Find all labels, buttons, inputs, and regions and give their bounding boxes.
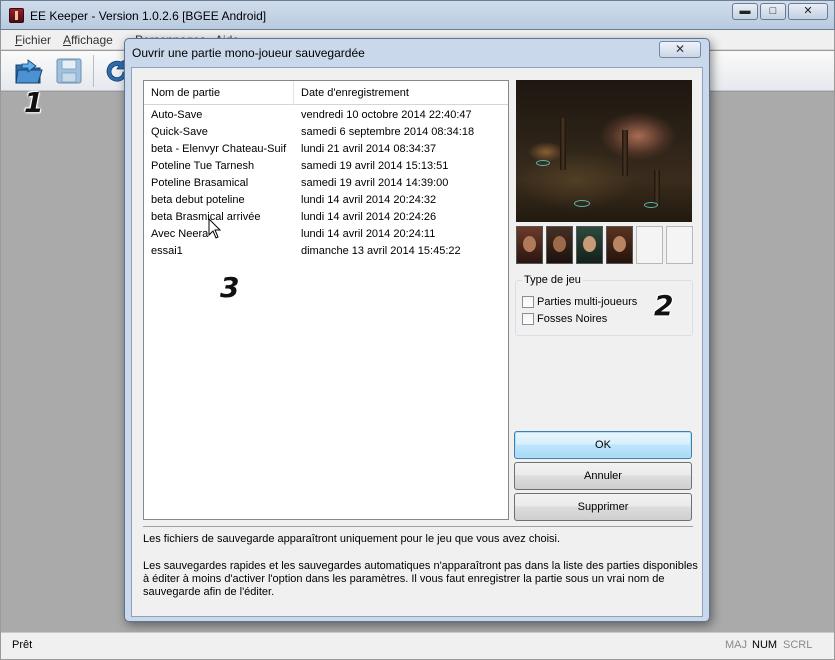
list-header: Nom de partie Date d'enregistrement (144, 81, 508, 105)
row-name: essai1 (151, 245, 183, 257)
toolbar-separator (93, 55, 94, 87)
list-row[interactable]: Poteline Tue Tarnesh samedi 19 avril 2014… (144, 158, 508, 175)
row-date: vendredi 10 octobre 2014 22:40:47 (301, 109, 472, 121)
multiplayer-checkbox[interactable] (522, 296, 534, 308)
list-row[interactable]: beta - Elenvyr Chateau-Suif lundi 21 avri… (144, 141, 508, 158)
caps-indicator: MAJ (725, 639, 747, 651)
row-date: lundi 21 avril 2014 08:34:37 (301, 143, 437, 155)
list-row[interactable]: Poteline Brasamical samedi 19 avril 2014 … (144, 175, 508, 192)
save-floppy-icon[interactable] (54, 56, 84, 86)
dialog-content: Nom de partie Date d'enregistrement Auto… (131, 67, 703, 617)
list-row[interactable]: beta debut poteline lundi 14 avril 2014 2… (144, 192, 508, 209)
party-portraits (516, 226, 696, 264)
multiplayer-label: Parties multi-joueurs (537, 296, 638, 308)
delete-button[interactable]: Supprimer (514, 493, 692, 521)
open-save-dialog: Ouvrir une partie mono-joueur sauvegardé… (124, 38, 710, 622)
info-text: Les fichiers de sauvegarde apparaîtront … (143, 533, 699, 613)
maximize-button[interactable]: □ (760, 3, 786, 20)
multiplayer-checkbox-row[interactable]: Parties multi-joueurs (522, 296, 637, 310)
black-pits-label: Fosses Noires (537, 313, 608, 325)
row-name: Avec Neera (151, 228, 209, 240)
list-row[interactable]: essai1 dimanche 13 avril 2014 15:45:22 (144, 243, 508, 260)
save-list[interactable]: Nom de partie Date d'enregistrement Auto… (143, 80, 509, 520)
callout-number-3: 3 (220, 271, 240, 304)
status-bar: Prêt MAJ NUM SCRL (1, 632, 834, 659)
list-row[interactable]: Avec Neera lundi 14 avril 2014 20:24:11 (144, 226, 508, 243)
list-rows: Auto-Save vendredi 10 octobre 2014 22:40:… (144, 107, 508, 260)
list-row[interactable]: beta Brasmical arrivée lundi 14 avril 201… (144, 209, 508, 226)
close-button[interactable]: ✕ (788, 3, 828, 20)
open-folder-icon[interactable] (14, 56, 44, 86)
row-date: lundi 14 avril 2014 20:24:32 (301, 194, 437, 206)
row-date: lundi 14 avril 2014 20:24:26 (301, 211, 437, 223)
portrait-1[interactable] (516, 226, 543, 264)
portrait-3[interactable] (576, 226, 603, 264)
row-name: Quick-Save (151, 126, 208, 138)
row-date: dimanche 13 avril 2014 15:45:22 (301, 245, 461, 257)
list-row[interactable]: Quick-Save samedi 6 septembre 2014 08:34:… (144, 124, 508, 141)
num-indicator: NUM (752, 639, 778, 651)
cancel-button[interactable]: Annuler (514, 462, 692, 490)
game-type-legend: Type de jeu (522, 274, 583, 286)
row-name: beta - Elenvyr Chateau-Suif (151, 143, 287, 155)
minimize-button[interactable]: ▬ (732, 3, 758, 20)
column-header-date[interactable]: Date d'enregistrement (294, 81, 508, 105)
game-type-group: Type de jeu Parties multi-joueurs Fosses… (515, 274, 693, 336)
app-icon[interactable] (9, 8, 24, 23)
mouse-cursor-icon (208, 218, 222, 239)
info-divider (143, 526, 693, 527)
black-pits-checkbox-row[interactable]: Fosses Noires (522, 313, 607, 327)
window-title: EE Keeper - Version 1.0.2.6 [BGEE Androi… (30, 9, 267, 23)
black-pits-checkbox[interactable] (522, 313, 534, 325)
status-text: Prêt (12, 639, 33, 651)
dialog-close-button[interactable]: ✕ (659, 41, 701, 58)
list-row[interactable]: Auto-Save vendredi 10 octobre 2014 22:40:… (144, 107, 508, 124)
row-date: samedi 6 septembre 2014 08:34:18 (301, 126, 475, 138)
menu-fichier[interactable]: Fichier (15, 33, 51, 47)
callout-number-1: 1 (24, 86, 44, 119)
row-date: samedi 19 avril 2014 15:13:51 (301, 160, 449, 172)
info-line-1: Les fichiers de sauvegarde apparaîtront … (143, 533, 561, 545)
row-date: lundi 14 avril 2014 20:24:11 (301, 228, 436, 240)
row-date: samedi 19 avril 2014 14:39:00 (301, 177, 449, 189)
portrait-empty-6 (666, 226, 693, 264)
portrait-empty-5 (636, 226, 663, 264)
menu-affichage[interactable]: Affichage (63, 33, 113, 47)
info-line-2: Les sauvegardes rapides et les sauvegard… (143, 560, 698, 598)
scroll-indicator: SCRL (783, 639, 813, 651)
row-name: Auto-Save (151, 109, 203, 121)
portrait-2[interactable] (546, 226, 573, 264)
row-name: beta debut poteline (151, 194, 245, 206)
dialog-title: Ouvrir une partie mono-joueur sauvegardé… (132, 46, 365, 60)
callout-number-2: 2 (654, 289, 674, 322)
ok-button[interactable]: OK (514, 431, 692, 459)
save-preview-image (516, 80, 692, 222)
column-header-name[interactable]: Nom de partie (144, 81, 294, 105)
row-name: beta Brasmical arrivée (151, 211, 261, 223)
portrait-4[interactable] (606, 226, 633, 264)
main-title-bar: EE Keeper - Version 1.0.2.6 [BGEE Androi… (0, 0, 835, 30)
row-name: Poteline Tue Tarnesh (151, 160, 255, 172)
row-name: Poteline Brasamical (151, 177, 249, 189)
